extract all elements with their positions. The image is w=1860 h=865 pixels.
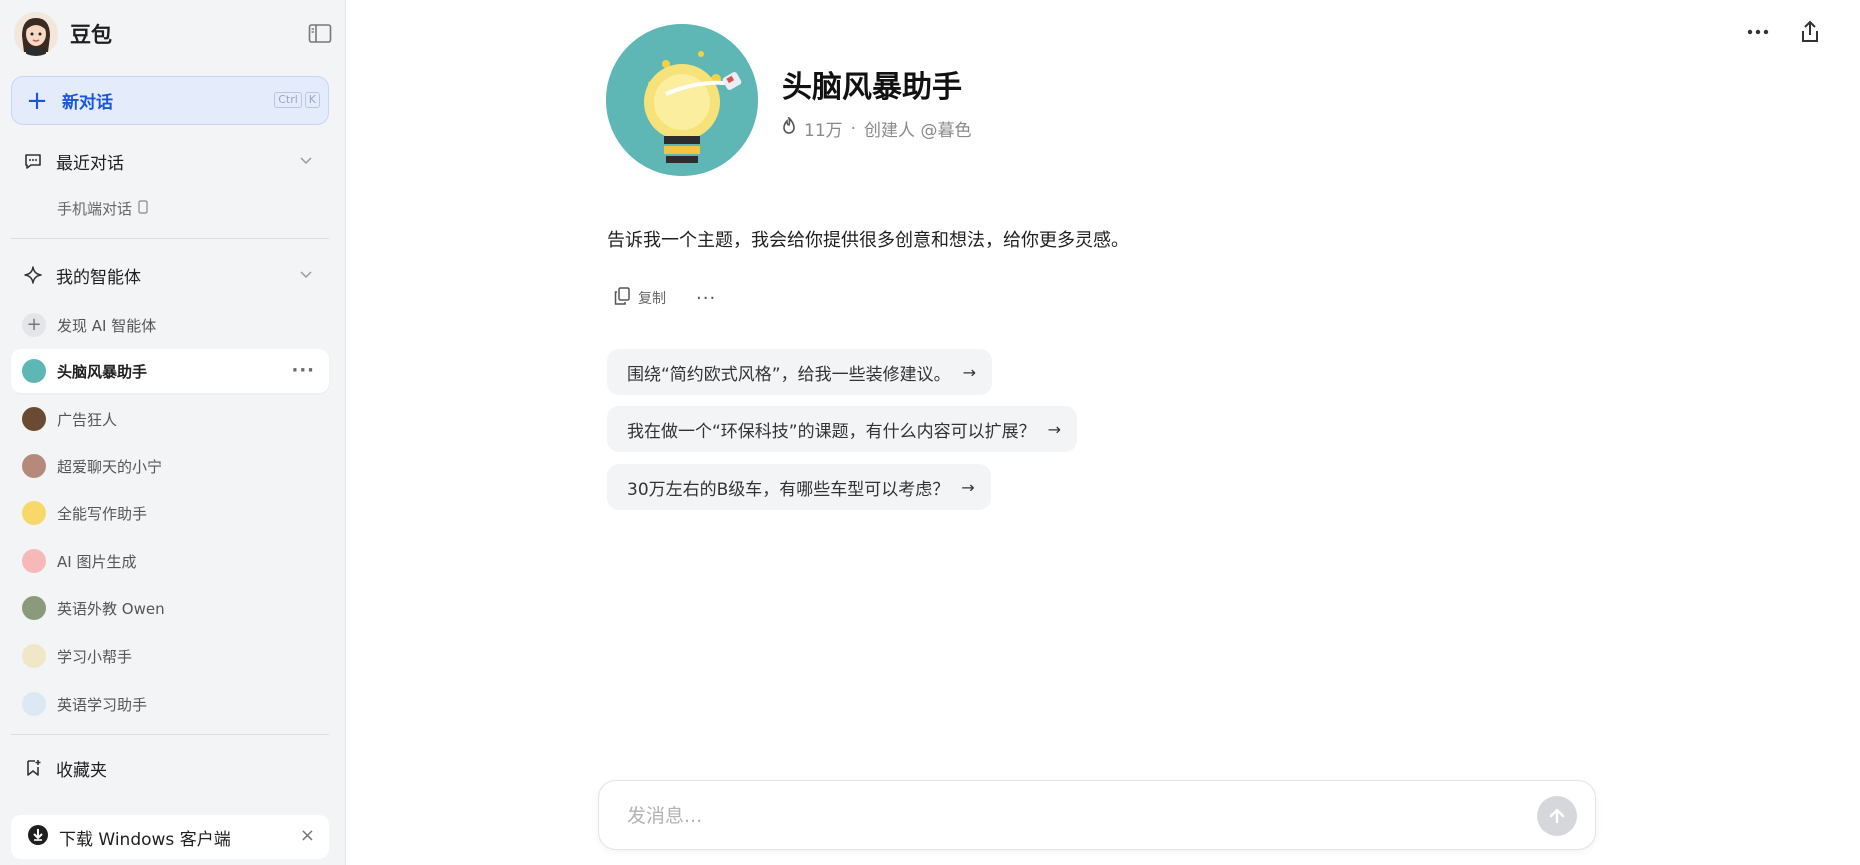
my-agents-header[interactable]: 我的智能体: [22, 260, 324, 290]
message-composer: [598, 780, 1596, 850]
agent-name: 超爱聊天的小宁: [57, 457, 163, 476]
agent-name: 全能写作助手: [57, 504, 148, 523]
bookmark-icon: [22, 757, 44, 779]
agent-avatar: [22, 644, 46, 668]
download-icon: [27, 824, 49, 851]
plus-icon: +: [26, 85, 48, 116]
agent-name: 英语学习助手: [57, 695, 148, 714]
top-actions: [1744, 18, 1824, 46]
send-button[interactable]: [1537, 796, 1577, 836]
chevron-down-icon[interactable]: [298, 152, 314, 173]
close-icon[interactable]: ×: [300, 825, 315, 846]
favorites-label: 收藏夹: [56, 760, 107, 781]
agent-item[interactable]: 广告狂人: [11, 397, 329, 441]
sidebar-divider: [11, 734, 329, 735]
mobile-chats-item[interactable]: 手机端对话: [57, 198, 148, 219]
arrow-right-icon: →: [961, 477, 975, 497]
agent-avatar: [22, 407, 46, 431]
agent-item[interactable]: 头脑风暴助手 ···: [11, 349, 329, 393]
suggestion-text: 我在做一个“环保科技”的课题，有什么内容可以扩展？: [627, 421, 1036, 442]
download-client-banner[interactable]: 下载 Windows 客户端 ×: [11, 815, 329, 859]
my-agents-label: 我的智能体: [56, 267, 141, 288]
user-avatar[interactable]: [14, 12, 58, 56]
suggestion-chip[interactable]: 我在做一个“环保科技”的课题，有什么内容可以扩展？ →: [607, 406, 1078, 452]
agent-avatar: [22, 454, 46, 478]
agent-item[interactable]: 英语外教 Owen: [11, 586, 329, 630]
more-options-icon[interactable]: ···: [696, 288, 716, 309]
download-label: 下载 Windows 客户端: [59, 829, 231, 850]
copy-label: 复制: [638, 291, 666, 307]
suggestion-text: 30万左右的B级车，有哪些车型可以考虑？: [627, 479, 950, 500]
creator-label[interactable]: 创建人 @暮色: [864, 116, 971, 141]
shortcut-key-k: K: [304, 92, 320, 108]
bot-avatar: [606, 24, 758, 176]
bot-title: 头脑风暴助手: [782, 70, 962, 105]
mobile-chats-label: 手机端对话: [57, 200, 133, 218]
favorites-item[interactable]: 收藏夹: [22, 753, 324, 783]
bot-intro-message: 告诉我一个主题，我会给你提供很多创意和想法，给你更多灵感。: [607, 230, 1129, 251]
phone-icon: [138, 199, 148, 218]
more-icon[interactable]: [1744, 18, 1772, 46]
arrow-up-icon: [1549, 808, 1565, 824]
plus-icon: +: [22, 313, 46, 337]
agent-name: AI 图片生成: [57, 552, 137, 571]
sparkle-icon: [22, 264, 44, 286]
suggestion-chip[interactable]: 围绕“简约欧式风格”，给我一些装修建议。 →: [607, 349, 993, 395]
recent-chats-label: 最近对话: [56, 153, 124, 174]
arrow-right-icon: →: [1047, 419, 1062, 439]
agent-avatar: [22, 596, 46, 620]
agent-item[interactable]: 超爱聊天的小宁: [11, 444, 329, 488]
agent-item[interactable]: 学习小帮手: [11, 634, 329, 678]
new-chat-button[interactable]: + 新对话 Ctrl K: [11, 76, 329, 125]
app-brand: 豆包: [70, 23, 112, 47]
recent-chats-header[interactable]: 最近对话: [22, 146, 324, 176]
agent-name: 英语外教 Owen: [57, 599, 165, 618]
copy-icon: [614, 287, 630, 309]
fire-icon: [782, 115, 796, 140]
message-actions: 复制 ···: [614, 287, 716, 309]
agent-name: 学习小帮手: [57, 647, 133, 666]
shortcut-key-ctrl: Ctrl: [274, 92, 302, 108]
discover-agents-item[interactable]: + 发现 AI 智能体: [22, 313, 156, 337]
agent-name: 广告狂人: [57, 410, 118, 429]
suggestion-text: 围绕“简约欧式风格”，给我一些装修建议。: [627, 364, 951, 385]
agent-avatar: [22, 549, 46, 573]
new-chat-label: 新对话: [62, 93, 113, 113]
suggestion-chip[interactable]: 30万左右的B级车，有哪些车型可以考虑？ →: [607, 464, 991, 510]
sidebar-divider: [11, 238, 329, 239]
agent-name: 头脑风暴助手: [57, 362, 148, 381]
heat-count: 11万: [804, 121, 843, 141]
sidebar-toggle-icon[interactable]: [308, 23, 332, 45]
chat-bubble-icon: [22, 150, 44, 172]
copy-button[interactable]: 复制: [614, 287, 666, 309]
agent-item[interactable]: 全能写作助手: [11, 491, 329, 535]
chevron-down-icon[interactable]: [298, 266, 314, 287]
more-options-icon[interactable]: ···: [291, 360, 315, 381]
meta-separator: ·: [850, 118, 857, 139]
sidebar: 豆包 + 新对话 Ctrl K 最近对话 手机端对话 我的智能体 + 发现 AI…: [0, 0, 346, 865]
agent-item[interactable]: AI 图片生成: [11, 539, 329, 583]
agent-item[interactable]: 英语学习助手: [11, 682, 329, 726]
arrow-right-icon: →: [962, 362, 977, 382]
discover-agents-label: 发现 AI 智能体: [57, 316, 157, 335]
share-icon[interactable]: [1796, 18, 1824, 46]
agent-avatar: [22, 501, 46, 525]
message-input[interactable]: [627, 803, 1487, 829]
bot-meta: 11万 · 创建人 @暮色: [782, 115, 971, 141]
shortcut-hint: Ctrl K: [274, 92, 320, 108]
agent-avatar: [22, 692, 46, 716]
sidebar-header: 豆包: [14, 12, 332, 56]
agent-avatar-bulb: [22, 359, 46, 383]
